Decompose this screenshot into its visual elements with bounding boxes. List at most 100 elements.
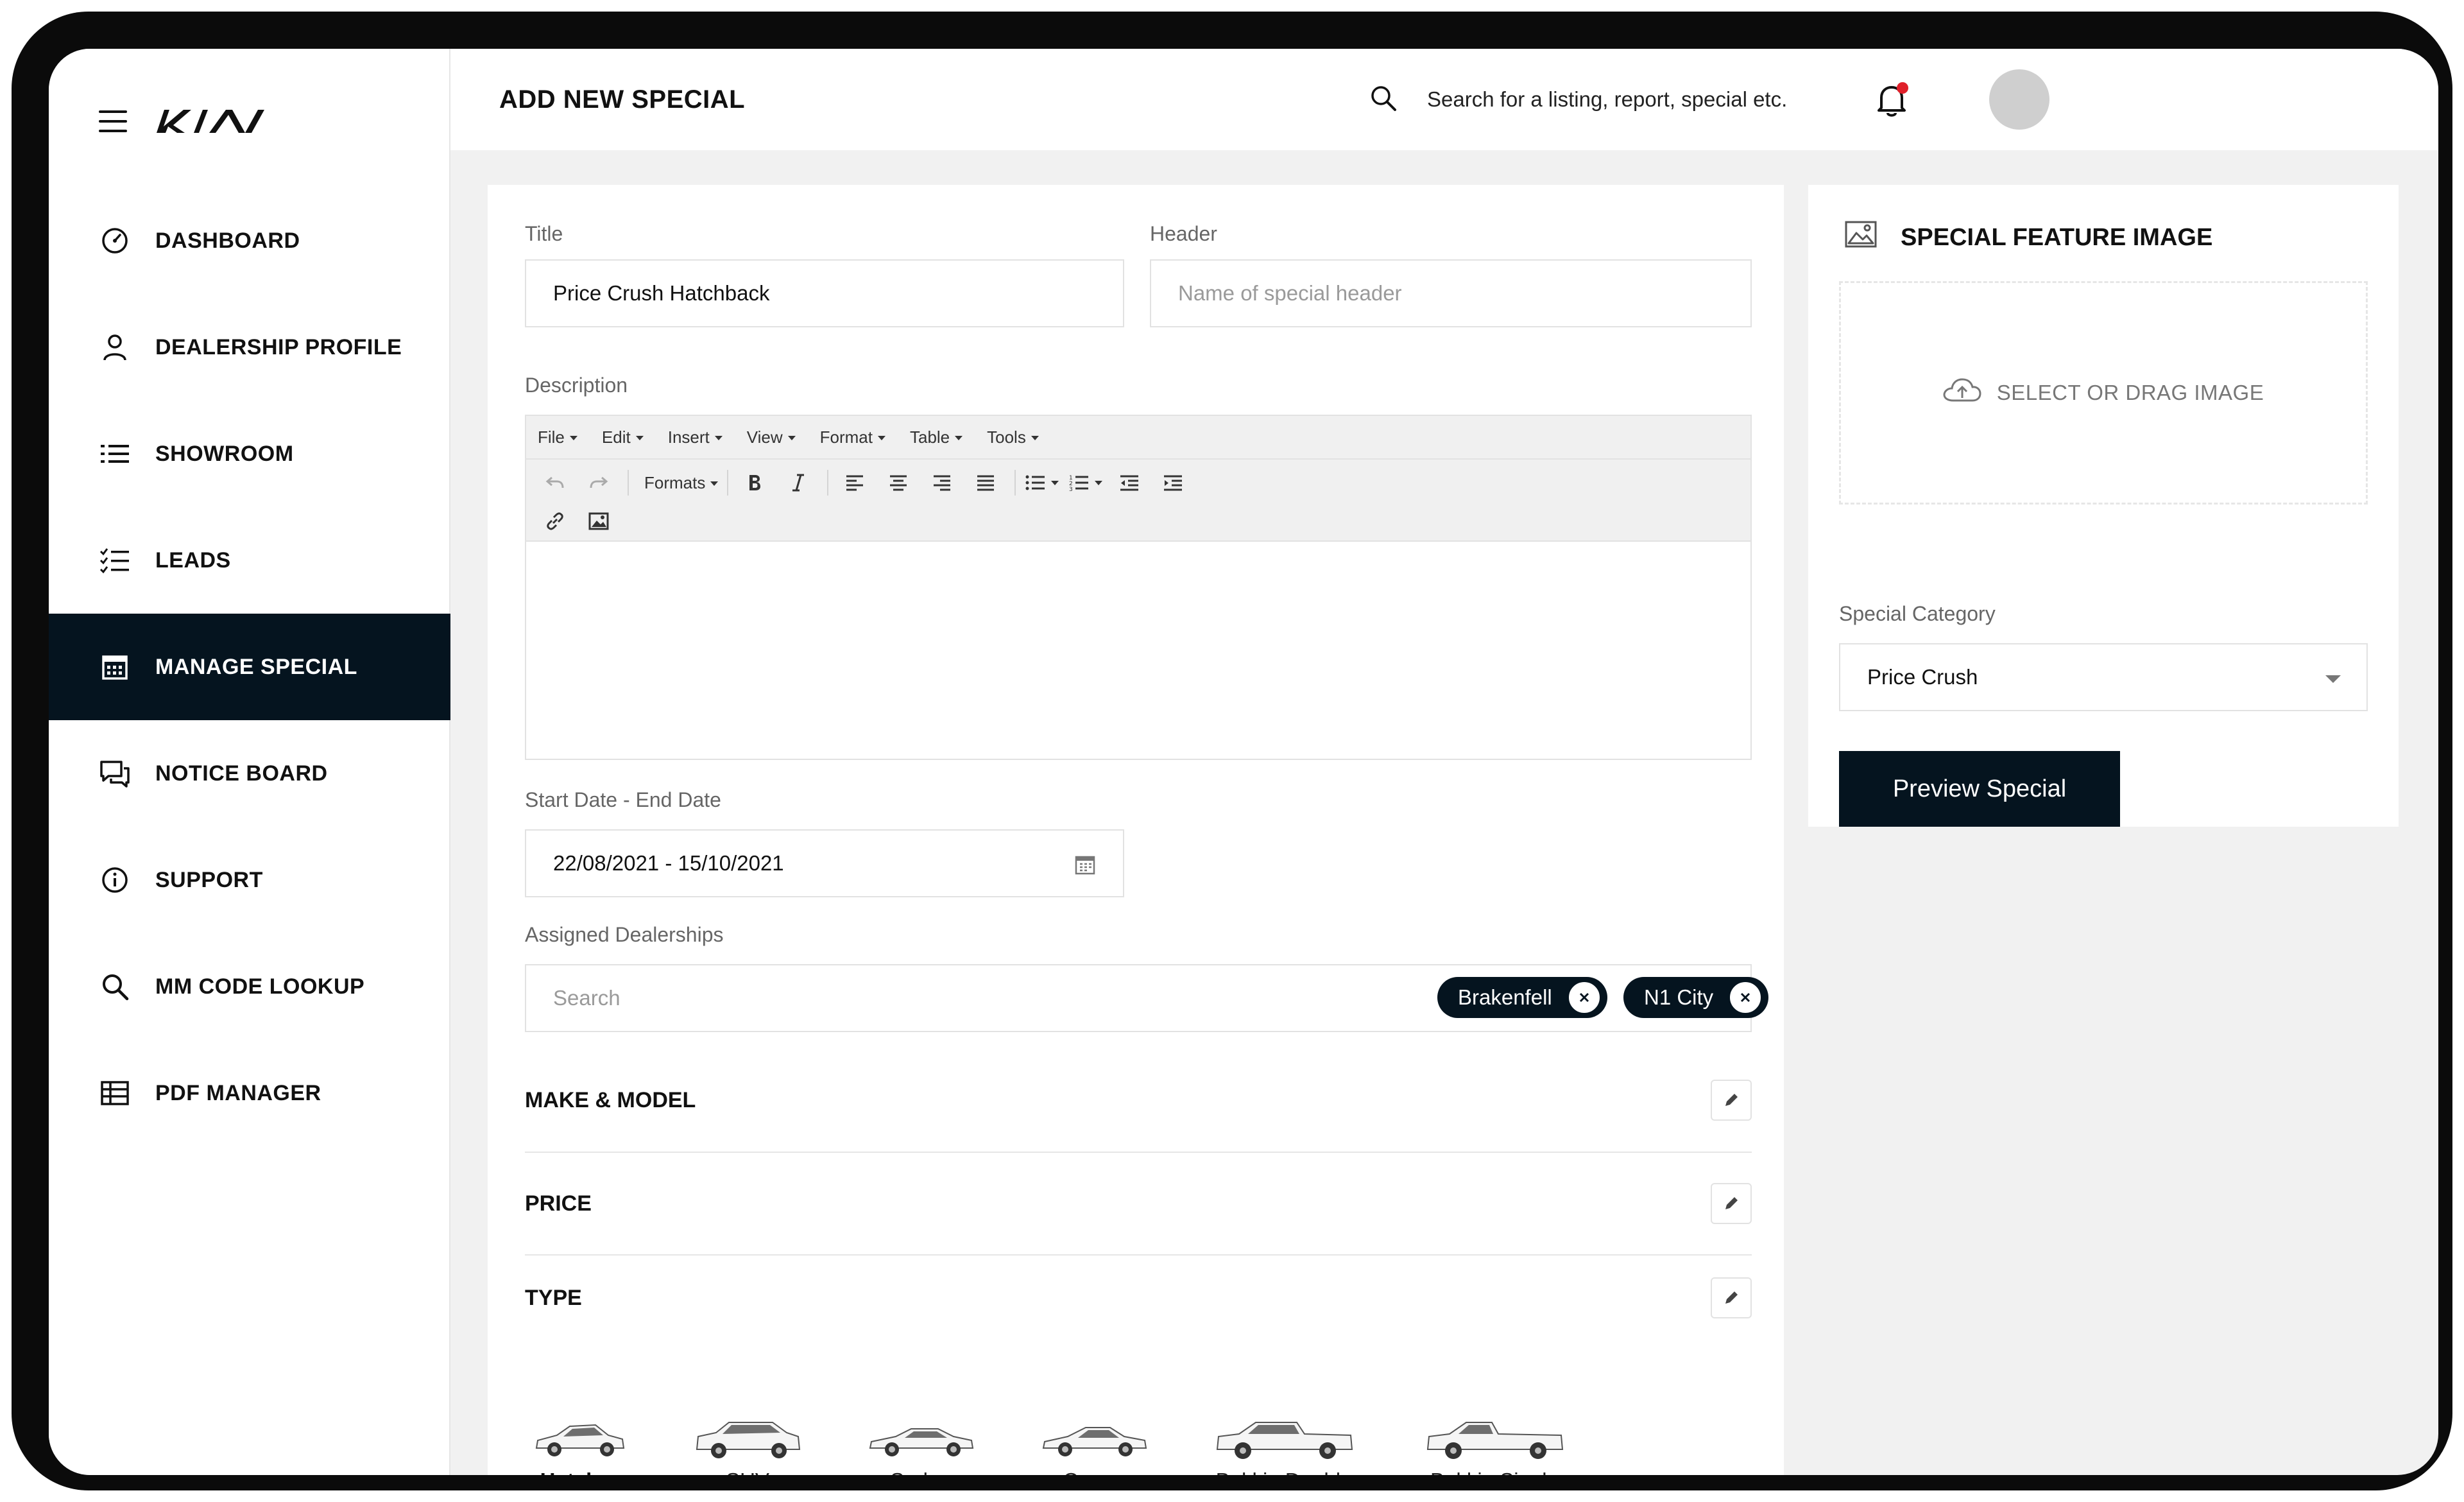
- section-type[interactable]: TYPE: [525, 1271, 1752, 1325]
- italic-icon[interactable]: [781, 465, 816, 501]
- pencil-icon[interactable]: [1711, 1277, 1752, 1318]
- checklist-icon: [99, 544, 131, 576]
- editor-menu-table[interactable]: Table: [910, 427, 963, 447]
- special-feature-image-title: SPECIAL FEATURE IMAGE: [1901, 223, 2213, 251]
- notification-bell-icon[interactable]: [1874, 81, 1910, 119]
- sidebar-item-dealership-profile[interactable]: DEALERSHIP PROFILE: [49, 294, 450, 401]
- special-feature-image-header: SPECIAL FEATURE IMAGE: [1844, 212, 2212, 263]
- sidebar-item-showroom[interactable]: SHOWROOM: [49, 401, 450, 507]
- type-option-sedan[interactable]: Sedan: [866, 1417, 975, 1475]
- align-justify-icon[interactable]: [968, 465, 1003, 501]
- type-option-bakkie-single[interactable]: Bakkie Single: [1421, 1417, 1568, 1475]
- editor-toolbar: Formats 123: [526, 460, 1750, 542]
- vehicle-type-selector: Hatch ✓ SUV Sedan Coupe Bakkie Double: [525, 1417, 1616, 1475]
- bullet-list-icon[interactable]: [1025, 465, 1059, 501]
- user-icon: [99, 331, 131, 363]
- editor-menu-file[interactable]: File: [538, 427, 578, 447]
- redo-icon[interactable]: [581, 465, 616, 501]
- outdent-icon[interactable]: [1112, 465, 1147, 501]
- preview-special-button[interactable]: Preview Special: [1839, 751, 2120, 827]
- type-label: Coupe: [1040, 1469, 1149, 1475]
- image-dropzone[interactable]: SELECT OR DRAG IMAGE: [1839, 281, 2368, 505]
- bakkie-single-icon: [1426, 1422, 1564, 1459]
- align-center-icon[interactable]: [881, 465, 916, 501]
- type-option-coupe[interactable]: Coupe: [1040, 1417, 1149, 1475]
- close-icon[interactable]: [1568, 982, 1600, 1013]
- sidebar-item-leads[interactable]: LEADS: [49, 507, 450, 614]
- kia-logo: [155, 107, 266, 135]
- sidebar-item-label: MANAGE SPECIAL: [155, 654, 357, 679]
- svg-text:3: 3: [1069, 487, 1073, 492]
- undo-icon[interactable]: [538, 465, 572, 501]
- search-icon[interactable]: [1369, 84, 1398, 116]
- pencil-icon[interactable]: [1711, 1183, 1752, 1224]
- notification-dot: [1897, 82, 1908, 94]
- section-price[interactable]: PRICE: [525, 1177, 1752, 1230]
- dropzone-text: SELECT OR DRAG IMAGE: [1996, 381, 2264, 404]
- type-label: SUV: [693, 1469, 802, 1475]
- sidebar-item-label: DEALERSHIP PROFILE: [155, 334, 402, 359]
- info-icon: [99, 864, 131, 896]
- section-divider: [525, 1152, 1752, 1153]
- description-label: Description: [525, 374, 628, 397]
- insert-image-icon[interactable]: [581, 503, 616, 539]
- sidebar-item-label: MM CODE LOOKUP: [155, 974, 365, 999]
- sidebar-item-label: PDF MANAGER: [155, 1080, 321, 1105]
- section-title: PRICE: [525, 1191, 592, 1216]
- indent-icon[interactable]: [1156, 465, 1190, 501]
- type-option-suv[interactable]: SUV: [693, 1417, 802, 1475]
- bakkie-double-icon: [1216, 1422, 1353, 1459]
- sidebar-item-label: NOTICE BOARD: [155, 761, 328, 786]
- calendar-icon[interactable]: [1074, 854, 1096, 881]
- global-search-text[interactable]: Search for a listing, report, special et…: [1427, 87, 1787, 112]
- hatch-car-icon: [535, 1424, 625, 1456]
- sidebar-item-dashboard[interactable]: DASHBOARD: [49, 187, 450, 294]
- pencil-icon[interactable]: [1711, 1080, 1752, 1121]
- dashboard-gauge-icon: [99, 225, 131, 257]
- dates-label: Start Date - End Date: [525, 788, 721, 811]
- editor-menu-format[interactable]: Format: [820, 427, 886, 447]
- section-title: TYPE: [525, 1285, 582, 1310]
- header-input[interactable]: Name of special header: [1150, 259, 1752, 327]
- special-image-card: SPECIAL FEATURE IMAGE SELECT OR DRAG IMA…: [1808, 185, 2399, 827]
- table-icon: [99, 1077, 131, 1109]
- toolbar-separator: [827, 470, 829, 496]
- type-option-bakkie-double[interactable]: Bakkie Double: [1210, 1417, 1358, 1475]
- sidebar-item-notice-board[interactable]: NOTICE BOARD: [49, 720, 450, 827]
- close-icon[interactable]: [1730, 982, 1761, 1013]
- calendar-icon: [99, 651, 131, 683]
- align-right-icon[interactable]: [925, 465, 959, 501]
- sidebar: DASHBOARD DEALERSHIP PROFILE SHOWROOM LE…: [49, 49, 450, 1475]
- type-label: Bakkie Double: [1210, 1469, 1358, 1475]
- dealerships-label: Assigned Dealerships: [525, 923, 724, 946]
- hamburger-menu-icon[interactable]: [99, 110, 127, 132]
- header-label: Header: [1150, 222, 1217, 245]
- type-option-hatch[interactable]: Hatch ✓: [531, 1417, 628, 1475]
- editor-menu-edit[interactable]: Edit: [602, 427, 644, 447]
- align-left-icon[interactable]: [837, 465, 872, 501]
- list-icon: [99, 438, 131, 470]
- editor-menu-tools[interactable]: Tools: [987, 427, 1039, 447]
- link-icon[interactable]: [538, 503, 572, 539]
- special-category-select[interactable]: Price Crush: [1839, 643, 2368, 711]
- special-category-label: Special Category: [1839, 602, 1996, 625]
- sidebar-item-support[interactable]: SUPPORT: [49, 827, 450, 933]
- formats-dropdown[interactable]: Formats: [644, 473, 718, 493]
- page-title: ADD NEW SPECIAL: [499, 85, 746, 114]
- section-divider: [525, 1254, 1752, 1256]
- section-make-model[interactable]: MAKE & MODEL: [525, 1073, 1752, 1127]
- dealership-tag-brakenfell: Brakenfell: [1437, 977, 1607, 1018]
- global-search[interactable]: Search for a listing, report, special et…: [1369, 49, 1787, 150]
- editor-menu-insert[interactable]: Insert: [668, 427, 723, 447]
- editor-menu-view[interactable]: View: [747, 427, 796, 447]
- sidebar-item-pdf-manager[interactable]: PDF MANAGER: [49, 1040, 450, 1146]
- sidebar-item-manage-special[interactable]: MANAGE SPECIAL: [49, 614, 450, 720]
- avatar[interactable]: [1989, 69, 2049, 130]
- bold-icon[interactable]: [737, 465, 772, 501]
- numbered-list-icon[interactable]: 123: [1068, 465, 1103, 501]
- sidebar-item-mm-code-lookup[interactable]: MM CODE LOOKUP: [49, 933, 450, 1040]
- sidebar-item-label: LEADS: [155, 548, 231, 573]
- title-input[interactable]: Price Crush Hatchback: [525, 259, 1124, 327]
- suv-car-icon: [696, 1422, 801, 1458]
- date-range-input[interactable]: 22/08/2021 - 15/10/2021: [525, 829, 1124, 897]
